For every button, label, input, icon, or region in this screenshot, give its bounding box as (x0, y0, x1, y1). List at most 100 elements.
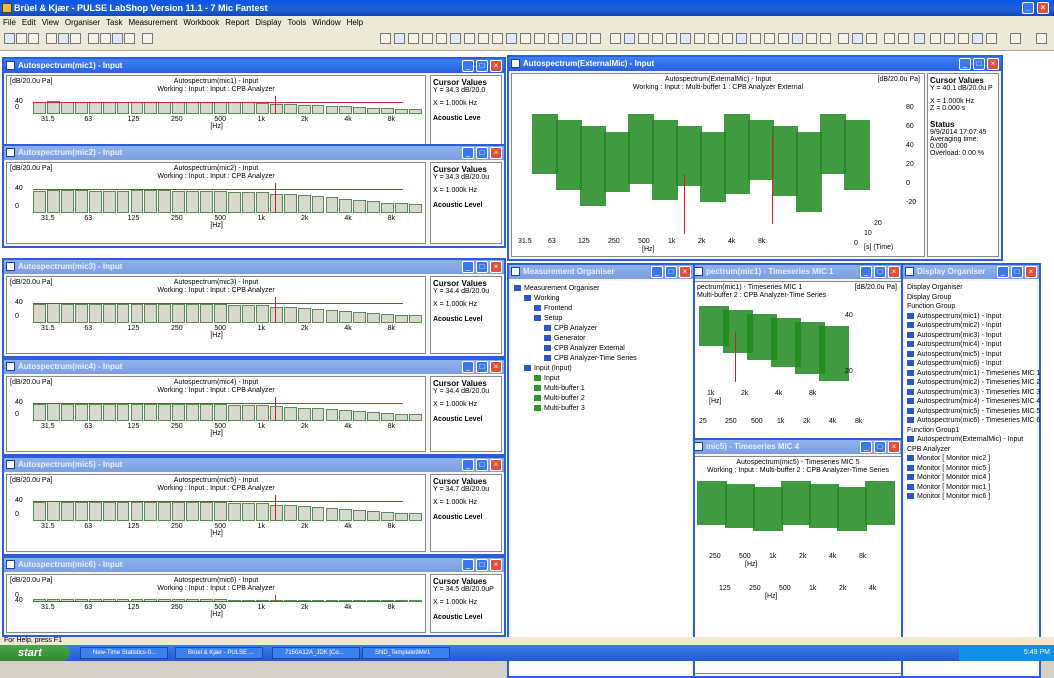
menu-measurement[interactable]: Measurement (128, 18, 177, 27)
organiser-tree-item[interactable]: Setup (514, 314, 688, 324)
toolbar-button[interactable] (548, 33, 559, 44)
toolbar-button[interactable] (820, 33, 831, 44)
minimize-button[interactable]: _ (997, 266, 1009, 278)
cursor-line[interactable] (735, 332, 736, 382)
cursor-line[interactable] (274, 96, 276, 114)
menu-task[interactable]: Task (106, 18, 122, 27)
window-title-bar[interactable]: Autospectrum(mic6) - Input (4, 558, 504, 572)
display-item[interactable]: Autospectrum(mic1) - Input (907, 312, 1035, 322)
display-item[interactable]: Monitor [ Monitor mic2 ] (907, 454, 1035, 464)
menu-display[interactable]: Display (255, 18, 281, 27)
taskbar-task[interactable]: New-Time Statistics-0... (80, 647, 168, 659)
display-item[interactable]: Autospectrum(ExternalMic) - Input (907, 435, 1035, 445)
close-button[interactable]: × (490, 559, 502, 571)
cursor-line[interactable] (274, 183, 276, 213)
close-button[interactable]: × (888, 266, 900, 278)
toolbar-button[interactable] (750, 33, 761, 44)
toolbar-button[interactable] (1010, 33, 1021, 44)
maximize-button[interactable]: □ (476, 261, 488, 273)
minimize-button[interactable]: _ (860, 266, 872, 278)
maximize-button[interactable]: □ (973, 58, 985, 70)
toolbar-button[interactable] (898, 33, 909, 44)
display-item[interactable]: Autospectrum(mic1) - Timeseries MIC 1 (907, 369, 1040, 379)
toolbar-button[interactable] (666, 33, 677, 44)
spectrum-plot[interactable]: [dB/20.0u Pa] Autospectrum(mic2) - Input W… (6, 162, 426, 244)
display-item[interactable]: Function Group (907, 302, 1035, 312)
window-title-bar[interactable]: Autospectrum(mic4) - Input (4, 360, 504, 374)
cursor-line[interactable] (274, 397, 276, 421)
display-item[interactable]: CPB Analyzer (907, 445, 1035, 455)
toolbar-button[interactable] (124, 33, 135, 44)
toolbar-button[interactable] (478, 33, 489, 44)
window-title-bar[interactable]: Autospectrum(mic3) - Input (4, 260, 504, 274)
display-item[interactable]: Display Group (907, 293, 1035, 303)
toolbar-button[interactable] (638, 33, 649, 44)
spectrum-plot[interactable]: [dB/20.0u Pa] Autospectrum(mic4) - Input W… (6, 376, 426, 452)
organiser-tree-item[interactable]: CPB Analyzer External (514, 344, 688, 354)
toolbar-button[interactable] (100, 33, 111, 44)
close-button[interactable]: × (490, 147, 502, 159)
menu-file[interactable]: File (3, 18, 16, 27)
toolbar-button[interactable] (778, 33, 789, 44)
minimize-button[interactable]: _ (462, 147, 474, 159)
toolbar-button[interactable] (838, 33, 849, 44)
window-title-bar[interactable]: Autospectrum(ExternalMic) - Input (509, 57, 1001, 71)
organiser-tree-item[interactable]: Multi-buffer 2 (514, 394, 688, 404)
toolbar-button[interactable] (520, 33, 531, 44)
organiser-tree-item[interactable]: Multi-buffer 1 (514, 384, 688, 394)
menu-edit[interactable]: Edit (22, 18, 36, 27)
maximize-button[interactable]: □ (476, 361, 488, 373)
display-item[interactable]: Autospectrum(mic6) - Input (907, 359, 1035, 369)
organiser-tree-item[interactable]: Input (Input) (514, 364, 688, 374)
menu-view[interactable]: View (42, 18, 59, 27)
cursor-line[interactable] (274, 495, 276, 521)
toolbar-button[interactable] (944, 33, 955, 44)
minimize-button[interactable]: _ (462, 361, 474, 373)
toolbar-button[interactable] (652, 33, 663, 44)
minimize-button[interactable]: _ (959, 58, 971, 70)
display-item[interactable]: Monitor [ Monitor mic1 ] (907, 483, 1035, 493)
toolbar-button[interactable] (142, 33, 153, 44)
window-title-bar[interactable]: Autospectrum(mic5) - Input (4, 458, 504, 472)
toolbar-button[interactable] (1036, 33, 1047, 44)
toolbar-button[interactable] (852, 33, 863, 44)
close-button[interactable]: × (888, 441, 900, 453)
organiser-tree-item[interactable]: CPB Analyzer-Time Series (514, 354, 688, 364)
toolbar-button[interactable] (792, 33, 803, 44)
waterfall-plot[interactable]: [dB/20.0u Pa] Autospectrum(ExternalMic) -… (511, 73, 925, 257)
organiser-tree-item[interactable]: Generator (514, 334, 688, 344)
close-button[interactable]: × (679, 266, 691, 278)
toolbar-button[interactable] (464, 33, 475, 44)
toolbar-button[interactable] (624, 33, 635, 44)
close-button[interactable]: × (490, 60, 502, 72)
spectrum-plot[interactable]: [dB/20.0u Pa] Autospectrum(mic3) - Input W… (6, 276, 426, 354)
toolbar-button[interactable] (394, 33, 405, 44)
display-item[interactable]: Autospectrum(mic3) - Input (907, 331, 1035, 341)
display-item[interactable]: Monitor [ Monitor mic6 ] (907, 492, 1035, 502)
toolbar-button[interactable] (972, 33, 983, 44)
close-button[interactable]: × (490, 361, 502, 373)
toolbar-button[interactable] (4, 33, 15, 44)
toolbar-button[interactable] (694, 33, 705, 44)
organiser-tree-item[interactable]: CPB Analyzer (514, 324, 688, 334)
display-item[interactable]: Autospectrum(mic5) - Timeseries MIC 5 (907, 407, 1040, 417)
toolbar-button[interactable] (70, 33, 81, 44)
window-title-bar[interactable]: Autospectrum(mic2) - Input (4, 146, 504, 160)
maximize-button[interactable]: □ (874, 266, 886, 278)
toolbar-button[interactable] (16, 33, 27, 44)
toolbar-button[interactable] (866, 33, 877, 44)
cursor-line[interactable] (772, 134, 773, 224)
toolbar-button[interactable] (534, 33, 545, 44)
display-item[interactable]: Display Organiser (907, 283, 1035, 293)
minimize-app-button[interactable]: _ (1022, 2, 1034, 14)
toolbar-button[interactable] (736, 33, 747, 44)
menu-organiser[interactable]: Organiser (65, 18, 100, 27)
organiser-tree-item[interactable]: Multi-buffer 3 (514, 404, 688, 414)
spectrum-plot[interactable]: [dB/20.0u Pa] Autospectrum(mic6) - Input W… (6, 574, 426, 633)
toolbar-button[interactable] (764, 33, 775, 44)
toolbar-button[interactable] (884, 33, 895, 44)
display-item[interactable]: Monitor [ Monitor mic5 ] (907, 464, 1035, 474)
display-item[interactable]: Autospectrum(mic2) - Timeseries MIC 2 (907, 378, 1040, 388)
maximize-button[interactable]: □ (476, 60, 488, 72)
start-button[interactable]: start (0, 645, 70, 661)
